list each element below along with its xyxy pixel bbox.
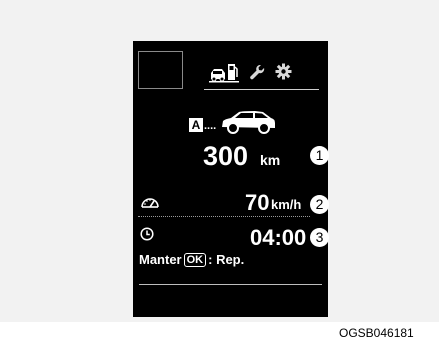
- tab-divider: [204, 89, 319, 90]
- speed-unit: km/h: [271, 197, 302, 212]
- range-value: 300: [203, 141, 249, 171]
- hint-suffix: : Rep.: [208, 252, 245, 267]
- figure-caption: OGSB046181: [339, 326, 414, 340]
- suv-car-icon: [222, 111, 275, 134]
- wrench-icon[interactable]: [249, 64, 265, 80]
- car-fuel-icon[interactable]: [209, 61, 239, 83]
- range-unit: km: [260, 152, 281, 168]
- tab-icons: [197, 59, 327, 85]
- empty-box: [138, 51, 183, 89]
- mode-dots: ....: [204, 120, 217, 132]
- clock-icon: [140, 227, 154, 241]
- ok-key-label: OK: [183, 252, 207, 267]
- callout-3: 3: [310, 228, 329, 247]
- row-divider: [138, 216, 310, 217]
- hint-prefix: Manter: [139, 252, 182, 267]
- mode-badge: A: [189, 118, 203, 132]
- reset-hint: Manter OK : Rep.: [139, 252, 244, 267]
- bottom-divider: [139, 284, 322, 285]
- gear-icon[interactable]: [275, 63, 292, 80]
- callout-1: 1: [310, 146, 329, 165]
- callout-2: 2: [310, 195, 329, 214]
- cluster-display: A .... 300 km 1 70 km/h 2 04:00 3 Manter…: [133, 41, 329, 317]
- speed-value: 70: [245, 190, 270, 215]
- time-value: 04:00: [250, 225, 307, 250]
- speedometer-icon: [141, 198, 159, 208]
